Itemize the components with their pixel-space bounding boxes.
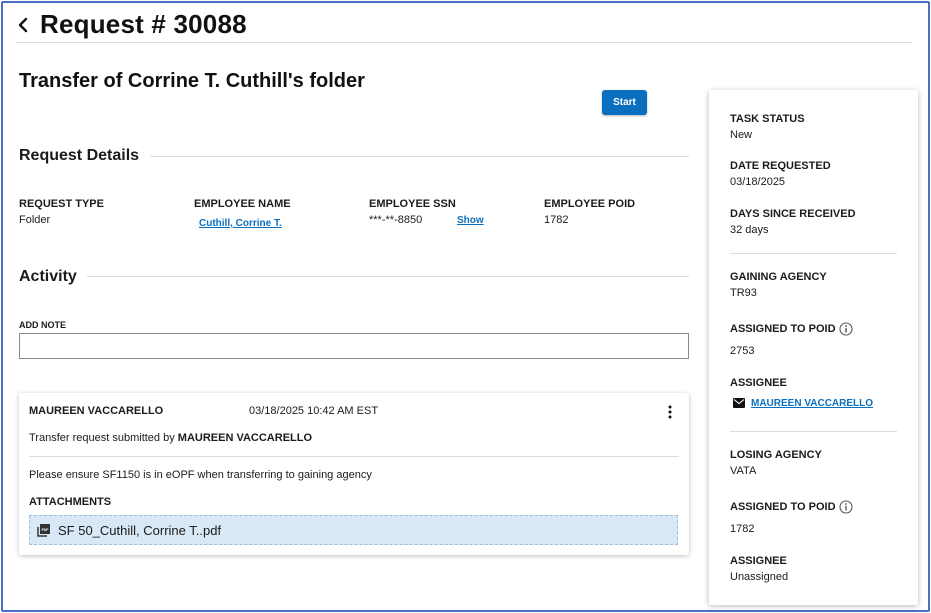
activity-description-author: MAUREEN VACCARELLO — [177, 432, 313, 444]
mail-icon — [733, 398, 745, 408]
employee-name-link[interactable]: Cuthill, Corrine T. — [199, 218, 282, 229]
losing-poid-value: 1782 — [730, 523, 755, 535]
employee-name-label: EMPLOYEE NAME — [194, 198, 291, 210]
date-requested-value: 03/18/2025 — [730, 176, 786, 188]
employee-poid-label: EMPLOYEE POID — [544, 198, 636, 210]
request-type-label: REQUEST TYPE — [19, 198, 104, 210]
employee-poid-value: 1782 — [544, 214, 569, 226]
activity-divider-inner — [29, 456, 679, 457]
request-details-title: Request Details — [19, 147, 140, 164]
start-button[interactable]: Start — [602, 90, 647, 115]
employee-ssn-label: EMPLOYEE SSN — [369, 198, 456, 210]
sidebar-divider-2 — [730, 431, 897, 432]
gaining-agency-value: TR93 — [730, 287, 757, 299]
chevron-left-icon[interactable] — [16, 15, 30, 35]
page-title: Request # 30088 — [40, 9, 247, 39]
activity-divider — [87, 276, 689, 277]
sidebar-divider-1 — [730, 253, 897, 254]
activity-description: Transfer request submitted by MAUREEN VA… — [29, 432, 312, 444]
request-heading: Transfer of Corrine T. Cuthill's folder — [19, 70, 365, 92]
date-requested-label: DATE REQUESTED — [730, 160, 831, 172]
losing-assignee-label: ASSIGNEE — [730, 555, 787, 567]
gaining-assignee-link[interactable]: MAUREEN VACCARELLO — [751, 398, 873, 409]
activity-title: Activity — [19, 268, 77, 285]
losing-agency-label: LOSING AGENCY — [730, 449, 822, 461]
title-divider — [16, 42, 912, 43]
days-since-label: DAYS SINCE RECEIVED — [730, 208, 856, 220]
request-details-divider — [150, 156, 689, 157]
gaining-poid-label: ASSIGNED TO POID — [730, 323, 836, 335]
info-icon[interactable] — [839, 500, 853, 514]
ssn-show-link[interactable]: Show — [457, 215, 484, 226]
activity-note: Please ensure SF1150 is in eOPF when tra… — [29, 469, 372, 481]
task-sidebar: TASK STATUS New DATE REQUESTED 03/18/202… — [709, 90, 918, 605]
task-status-label: TASK STATUS — [730, 113, 805, 125]
losing-poid-label: ASSIGNED TO POID — [730, 501, 836, 513]
activity-entry-card: MAUREEN VACCARELLO 03/18/2025 10:42 AM E… — [19, 393, 689, 555]
pdf-file-icon: PDF — [37, 524, 50, 537]
info-icon[interactable] — [839, 322, 853, 336]
add-note-input[interactable] — [19, 333, 689, 359]
gaining-agency-label: GAINING AGENCY — [730, 271, 827, 283]
request-page: Request # 30088 Transfer of Corrine T. C… — [1, 1, 930, 612]
request-type-value: Folder — [19, 214, 51, 226]
employee-ssn-value: ***-**-8850 — [369, 214, 423, 226]
more-options-icon[interactable] — [665, 404, 675, 420]
add-note-label: ADD NOTE — [19, 320, 66, 330]
losing-agency-value: VATA — [730, 465, 757, 477]
activity-description-text: Transfer request submitted by — [29, 432, 178, 444]
attachment-filename: SF 50_Cuthill, Corrine T..pdf — [58, 523, 222, 538]
days-since-value: 32 days — [730, 224, 769, 236]
gaining-assignee-label: ASSIGNEE — [730, 377, 787, 389]
losing-assignee-value: Unassigned — [730, 571, 789, 583]
activity-timestamp: 03/18/2025 10:42 AM EST — [249, 405, 379, 417]
svg-text:PDF: PDF — [42, 528, 49, 532]
attachments-label: ATTACHMENTS — [29, 496, 112, 508]
gaining-poid-value: 2753 — [730, 345, 755, 357]
task-status-value: New — [730, 129, 753, 141]
activity-author: MAUREEN VACCARELLO — [29, 405, 164, 417]
attachment-item[interactable]: PDF SF 50_Cuthill, Corrine T..pdf — [29, 515, 678, 545]
